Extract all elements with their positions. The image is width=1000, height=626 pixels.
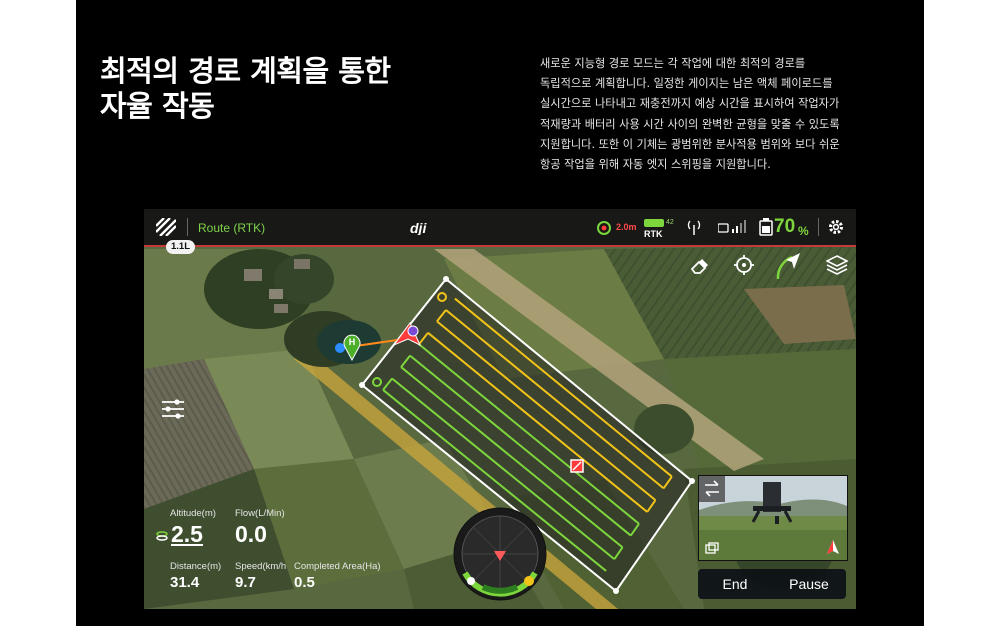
eraser-icon[interactable] [690, 257, 708, 275]
battery-percent: 70 [774, 216, 796, 237]
description-line: 실시간으로 나타내고 재충전까지 예상 시간을 표시하여 작업자가 [540, 97, 840, 111]
altitude-label: Altitude(m) [170, 508, 216, 519]
altitude-icon [156, 531, 168, 541]
pip-icon[interactable] [705, 542, 719, 554]
swap-button[interactable] [699, 476, 725, 502]
rtk-count: 42 [666, 219, 674, 226]
description: 새로운 지능형 경로 모드는 각 작업에 대한 최적의 경로를 독립적으로 계획… [540, 54, 902, 175]
alert-line [144, 245, 856, 247]
flow-label: Flow(L/Min) [235, 508, 285, 519]
divider [818, 218, 819, 236]
pause-button[interactable]: Pause [772, 569, 846, 599]
headline-line-1: 최적의 경로 계획을 통한 [100, 54, 391, 88]
drone-position-icon [392, 322, 422, 347]
description-line: 독립적으로 계획합니다. 일정한 게이지는 남은 액체 페이로드를 [540, 77, 833, 91]
camera-preview[interactable] [698, 475, 848, 561]
top-status-bar: Route (RTK) dji 2.0m 42 RTK 70 % [144, 209, 856, 245]
tank-level-badge: 1.1L [166, 240, 196, 254]
altitude-value[interactable]: 2.5 [171, 521, 203, 548]
description-line: 지원합니다. 또한 이 기체는 광범위한 분사적용 범위와 보다 쉬운 [540, 137, 840, 151]
signal-icon [687, 220, 701, 235]
page-headline: 최적의 경로 계획을 통한 자율 작동 [100, 54, 480, 124]
rtk-label: RTK [644, 229, 663, 239]
svg-text:dji: dji [410, 221, 427, 235]
layers-icon[interactable] [826, 255, 848, 275]
flow-value: 0.0 [235, 521, 267, 547]
menu-stripes-icon[interactable] [156, 218, 176, 236]
rtk-icon [644, 219, 664, 227]
speed-value: 9.7 [235, 574, 256, 591]
headline-line-2: 자율 작동 [100, 89, 215, 123]
obstacle-distance: 2.0m [616, 222, 637, 232]
navigation-arrow-icon[interactable] [774, 251, 804, 281]
gear-icon[interactable] [828, 219, 844, 235]
home-point-label: H [348, 337, 356, 347]
obstacle-radar-icon [597, 221, 611, 235]
battery-icon [759, 218, 773, 236]
description-line: 적재량과 배터리 사용 시간 사이의 완벽한 균형을 맞출 수 있도록 [540, 117, 840, 131]
flight-mode-label[interactable]: Route (RTK) [198, 221, 265, 235]
battery-unit: % [798, 224, 809, 238]
app-screenshot: H Route (RTK) dji 2.0m 42 RTK 70 % 1.1L … [144, 209, 856, 609]
mission-control-bar: End Pause [698, 569, 846, 599]
remote-signal-icon [718, 220, 746, 233]
speed-label: Speed(km/h [235, 561, 287, 572]
crosshair-icon[interactable] [734, 255, 754, 275]
divider [187, 218, 188, 236]
swap-icon [705, 480, 719, 497]
dji-logo-icon: dji [410, 221, 427, 235]
area-label: Completed Area(Ha) [294, 561, 381, 572]
description-line: 새로운 지능형 경로 모드는 각 작업에 대한 최적의 경로를 [540, 57, 806, 70]
sliders-icon[interactable] [162, 399, 184, 419]
attitude-compass-gauge [453, 507, 547, 601]
distance-value: 31.4 [170, 574, 200, 591]
end-button[interactable]: End [698, 569, 772, 599]
area-value: 0.5 [294, 574, 315, 591]
description-line: 항공 작업을 위해 자동 엣지 스위핑을 지원합니다. [540, 158, 771, 172]
north-arrow-icon [827, 540, 839, 554]
distance-label: Distance(m) [170, 561, 222, 572]
